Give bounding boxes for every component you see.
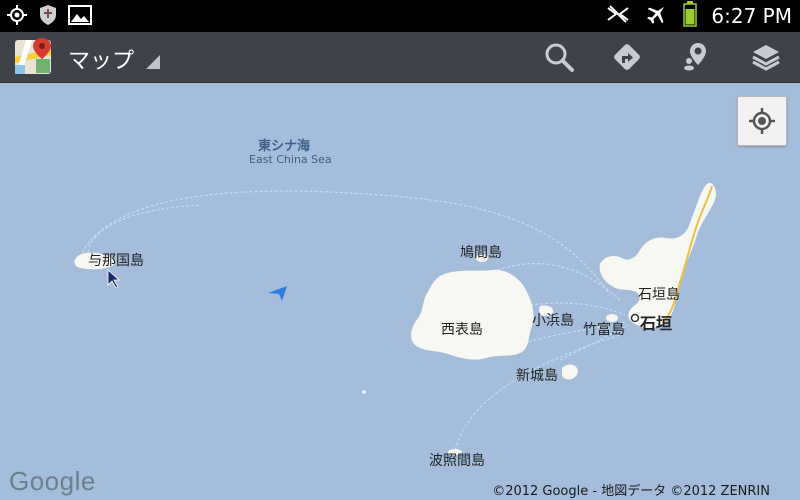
place-label-ishigaki-island[interactable]: 石垣島: [638, 284, 680, 304]
status-right-icons: 6:27 PM: [605, 0, 792, 32]
status-left-icons: [6, 4, 92, 30]
place-label-hateruma[interactable]: 波照間島: [429, 450, 485, 470]
place-label-yonaguni[interactable]: 与那国島: [88, 250, 144, 270]
my-location-button[interactable]: [737, 96, 787, 146]
map-view[interactable]: 東シナ海 East China Sea 与那国島 鳩間島 石垣島 西表島 小浜島…: [0, 83, 800, 500]
sea-label-ja: 東シナ海: [258, 139, 311, 154]
action-bar: マップ: [0, 32, 800, 83]
ishigaki-island-shape: [599, 182, 716, 329]
status-bar: 6:27 PM: [0, 0, 800, 32]
sea-label-en: East China Sea: [249, 153, 332, 166]
battery-icon: [683, 1, 698, 31]
google-logo: Google: [9, 466, 96, 496]
place-label-hatoma[interactable]: 鳩間島: [460, 242, 502, 262]
iriomote-island-shape: [411, 269, 534, 360]
dropdown-caret-icon[interactable]: [146, 55, 160, 69]
gps-icon: [6, 4, 28, 30]
islet-shape: [362, 390, 366, 394]
navigation-arrow-icon: [268, 286, 287, 301]
aragusuku-island-shape: [562, 364, 578, 380]
shield-icon: [38, 4, 58, 30]
place-label-ishigaki-city[interactable]: 石垣: [640, 310, 672, 334]
airplane-mode-icon: [645, 2, 669, 30]
map-base-layer: [74, 182, 716, 455]
map-copyright: ©2012 Google - 地図データ ©2012 ZENRIN: [492, 484, 770, 499]
place-label-aragusuku[interactable]: 新城島: [516, 365, 558, 385]
ishigaki-city-marker[interactable]: [630, 313, 640, 323]
place-label-taketomi[interactable]: 竹富島: [583, 319, 625, 339]
crosshair-icon: [749, 108, 775, 134]
search-icon[interactable]: [541, 40, 577, 74]
place-label-kohama[interactable]: 小浜島: [532, 310, 574, 330]
google-maps-app-icon[interactable]: [14, 37, 54, 77]
places-icon[interactable]: [677, 40, 713, 74]
status-time: 6:27 PM: [711, 4, 792, 28]
directions-icon[interactable]: [609, 40, 645, 74]
place-label-iriomote[interactable]: 西表島: [441, 319, 483, 339]
layers-icon[interactable]: [748, 40, 784, 74]
image-icon: [68, 5, 92, 29]
app-title[interactable]: マップ: [68, 43, 134, 75]
signal-mute-icon: [605, 4, 631, 28]
mouse-cursor-icon: [107, 269, 121, 289]
